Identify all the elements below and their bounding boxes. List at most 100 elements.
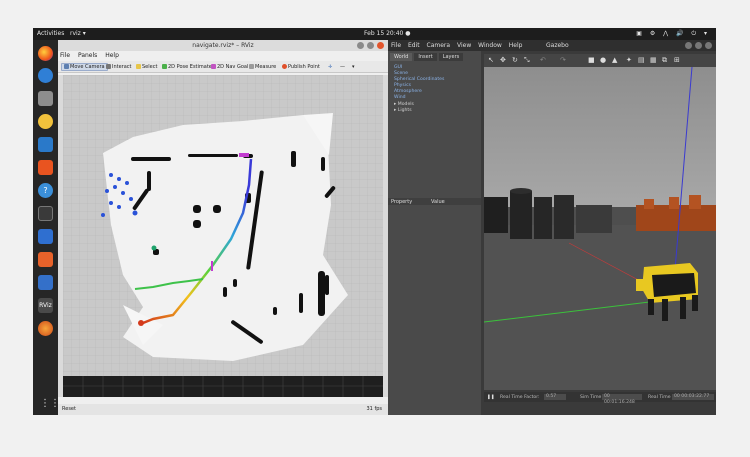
- rviz-3d-view[interactable]: [63, 75, 383, 397]
- gazebo-left-panel: World Insert Layers GUI Scene Spherical Co…: [388, 51, 481, 415]
- gazebo-3d-viewport[interactable]: [484, 67, 716, 390]
- help-icon[interactable]: ?: [38, 183, 53, 198]
- gazebo-statusbar: ❚❚ Real Time Factor: 0.57 Sim Time 00 00…: [484, 392, 716, 405]
- gazebo-title-text: Gazebo: [546, 42, 569, 49]
- paste-icon[interactable]: ▦: [650, 56, 657, 64]
- gazebo-tabs: World Insert Layers: [390, 53, 465, 61]
- gz-menu-camera[interactable]: Camera: [427, 42, 451, 49]
- gz-menu-window[interactable]: Window: [478, 42, 502, 49]
- menu-panels[interactable]: Panels: [78, 52, 97, 59]
- tab-world[interactable]: World: [390, 53, 413, 61]
- firefox-icon[interactable]: [38, 46, 53, 61]
- installer-icon[interactable]: [38, 229, 53, 244]
- rviz-statusbar: Reset 31 fps: [58, 404, 388, 415]
- reset-button[interactable]: Reset: [62, 406, 76, 412]
- rviz-title-text: navigate.rviz* – RViz: [192, 42, 254, 49]
- rviz-map-canvas[interactable]: [63, 75, 383, 397]
- select-mode-icon[interactable]: ↖: [488, 56, 494, 64]
- gazebo-toolbar: ↖ ✥ ↻ ⤡ ↶ ↷ ■ ● ▲ ✦ ▤ ▦ ⧉ ⊞: [484, 54, 716, 67]
- tool-dropdown-icon[interactable]: ▾: [350, 63, 357, 71]
- snap-icon[interactable]: ⊞: [674, 56, 680, 64]
- gz-maximize-button[interactable]: [695, 42, 702, 49]
- terminal-icon[interactable]: [38, 206, 53, 221]
- light-icon[interactable]: ✦: [626, 56, 632, 64]
- rviz-toolbar: Move Camera Interact Select 2D Pose Esti…: [58, 61, 388, 73]
- gz-close-button[interactable]: [705, 42, 712, 49]
- interact-tool[interactable]: Interact: [104, 63, 134, 71]
- redo-icon[interactable]: ↷: [560, 56, 566, 64]
- select-tool[interactable]: Select: [134, 63, 159, 71]
- sim-time-value: 00 00:01:16.248: [602, 394, 642, 405]
- rviz-titlebar: navigate.rviz* – RViz: [58, 40, 388, 51]
- tree-item-lights[interactable]: ▸ Lights: [394, 108, 444, 114]
- gazebo-window: File Edit Camera View Window Help Gazebo…: [388, 40, 716, 415]
- desktop-screen: Activities rviz ▾ Feb 15 20:40 ● ▣ ⚙ ⋀ 🔊…: [33, 28, 716, 415]
- gazebo-titlebar: File Edit Camera View Window Help Gazebo: [388, 40, 716, 51]
- clock[interactable]: Feb 15 20:40 ●: [364, 30, 411, 37]
- pause-button[interactable]: ❚❚: [487, 395, 495, 400]
- value-col: Value: [431, 199, 445, 205]
- close-button[interactable]: [377, 42, 384, 49]
- property-col: Property: [391, 199, 413, 205]
- robot-start-marker: [138, 320, 144, 326]
- pose-estimate-tool[interactable]: 2D Pose Estimate: [160, 63, 214, 71]
- editor-icon[interactable]: [38, 275, 53, 290]
- menu-help[interactable]: Help: [105, 52, 119, 59]
- remove-tool-button[interactable]: —: [338, 63, 347, 71]
- scale-mode-icon[interactable]: ⤡: [524, 56, 530, 65]
- camera-icon: [64, 64, 69, 69]
- gazebo-menubar: File Edit Camera View Window Help: [391, 42, 527, 49]
- gz-menu-help[interactable]: Help: [509, 42, 523, 49]
- add-tool-button[interactable]: ✛: [326, 63, 334, 71]
- pose-marker: [211, 261, 213, 271]
- system-tray[interactable]: ▣ ⚙ ⋀ 🔊 ⏻ ▾: [636, 30, 710, 38]
- arrow-green-icon: [162, 64, 167, 69]
- nav-goal-tool[interactable]: 2D Nav Goal: [209, 63, 250, 71]
- rviz-menubar: File Panels Help: [60, 52, 125, 59]
- tab-insert[interactable]: Insert: [414, 53, 437, 61]
- undo-icon[interactable]: ↶: [540, 56, 546, 64]
- gz-menu-file[interactable]: File: [391, 42, 401, 49]
- rotate-mode-icon[interactable]: ↻: [512, 56, 518, 64]
- app-menu[interactable]: rviz ▾: [70, 30, 86, 37]
- gz-minimize-button[interactable]: [685, 42, 692, 49]
- move-camera-tool[interactable]: Move Camera: [61, 63, 108, 71]
- impress-icon[interactable]: [38, 252, 53, 267]
- top-bar: Activities rviz ▾ Feb 15 20:40 ● ▣ ⚙ ⋀ 🔊…: [33, 28, 716, 40]
- gz-menu-view[interactable]: View: [457, 42, 471, 49]
- fps-readout: 31 fps: [366, 406, 383, 412]
- measure-tool[interactable]: Measure: [247, 63, 278, 71]
- software-icon[interactable]: [38, 160, 53, 175]
- gz-menu-edit[interactable]: Edit: [408, 42, 420, 49]
- files-icon[interactable]: [38, 91, 53, 106]
- copy-icon[interactable]: ▤: [638, 56, 645, 64]
- publish-point-tool[interactable]: Publish Point: [280, 63, 322, 71]
- rviz-icon[interactable]: RViz: [38, 298, 53, 313]
- box-shape-icon[interactable]: ■: [588, 56, 595, 64]
- gazebo-icon[interactable]: [38, 321, 53, 336]
- gazebo-scene[interactable]: [484, 67, 716, 390]
- cylinder-shape-icon[interactable]: ▲: [612, 56, 617, 64]
- ruler-icon: [249, 64, 254, 69]
- arrow-purple-icon: [211, 64, 216, 69]
- real-time-label: Real Time: [648, 395, 671, 400]
- writer-icon[interactable]: [38, 137, 53, 152]
- real-time-value: 00 00:03:22.77: [672, 394, 714, 400]
- maximize-button[interactable]: [367, 42, 374, 49]
- rhythmbox-icon[interactable]: [38, 114, 53, 129]
- world-tree: GUI Scene Spherical Coordinates Physics …: [394, 65, 444, 114]
- dock: ? RViz ⋮⋮⋮: [33, 40, 70, 415]
- sphere-shape-icon[interactable]: ●: [600, 56, 606, 64]
- sim-time-label: Sim Time: [580, 395, 602, 400]
- tab-layers[interactable]: Layers: [438, 53, 464, 61]
- menu-file[interactable]: File: [60, 52, 70, 59]
- rviz-window: navigate.rviz* – RViz File Panels Help M…: [58, 40, 388, 415]
- translate-mode-icon[interactable]: ✥: [500, 56, 506, 64]
- thunderbird-icon[interactable]: [38, 68, 53, 83]
- waypoint-marker: [151, 245, 157, 251]
- rtf-label: Real Time Factor:: [500, 395, 540, 400]
- minimize-button[interactable]: [357, 42, 364, 49]
- pin-icon: [282, 64, 287, 69]
- activities-button[interactable]: Activities: [37, 30, 64, 37]
- align-icon[interactable]: ⧉: [662, 56, 667, 65]
